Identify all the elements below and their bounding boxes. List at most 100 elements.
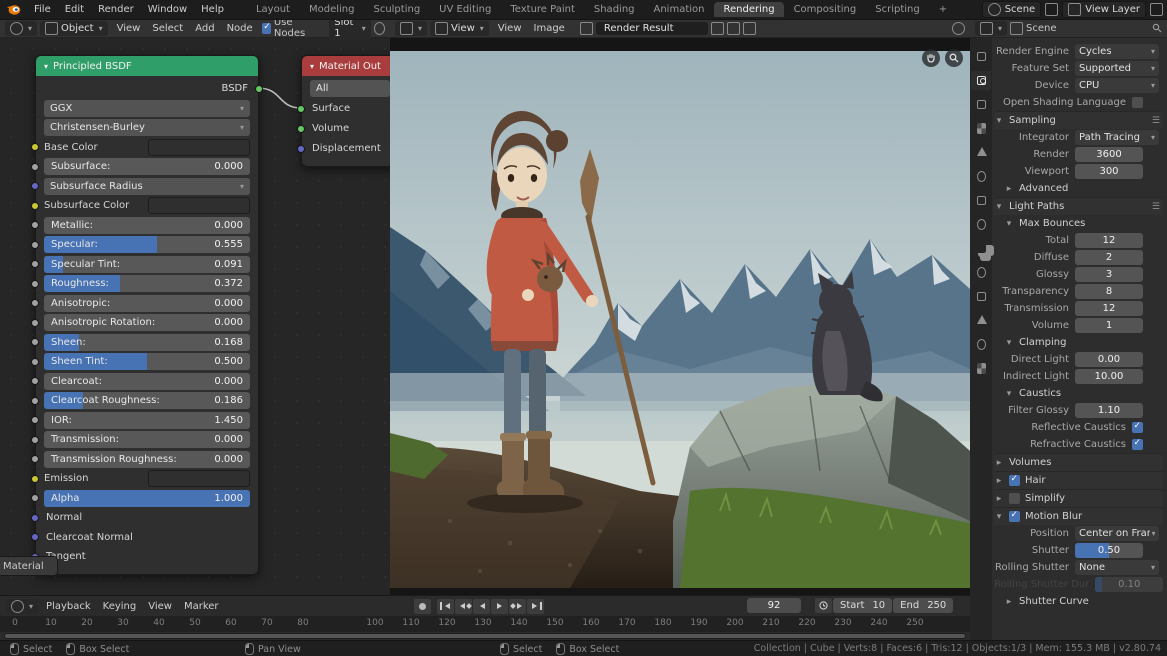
node-socket[interactable]	[31, 241, 39, 249]
bsdf-row-transmission-roughness-[interactable]: Transmission Roughness: 0.000	[44, 451, 250, 468]
bsdf-row-normal[interactable]: Normal	[44, 509, 250, 526]
prop-render-engine[interactable]: Render Engine Cycles▾	[994, 43, 1163, 60]
color-swatch[interactable]	[148, 197, 250, 214]
prop-clamping[interactable]: Clamping	[994, 334, 1163, 351]
node-dropdown[interactable]: All	[310, 80, 390, 97]
disclosure-triangle-icon[interactable]	[994, 512, 1004, 522]
dropdown[interactable]: Center on Frame▾	[1075, 526, 1159, 541]
node-dropdown[interactable]: GGX▾	[44, 100, 250, 117]
node-slider[interactable]: Metallic: 0.000	[44, 217, 250, 234]
jump-to-end-button[interactable]	[527, 599, 544, 614]
browse-material-icon[interactable]	[374, 22, 385, 35]
properties-tab-modifiers[interactable]	[971, 215, 991, 234]
prop-clamp-direct[interactable]: Direct Light 0.00	[994, 351, 1163, 368]
prop-rolling-shutter-duration[interactable]: Rolling Shutter Dur 0.10	[994, 576, 1163, 593]
color-swatch[interactable]	[148, 139, 250, 156]
disclosure-triangle-icon[interactable]	[1004, 184, 1014, 194]
prop-volumes[interactable]: Volumes	[994, 453, 1163, 471]
node-slider[interactable]: Alpha 1.000	[44, 490, 250, 507]
timeline-menu-playback[interactable]: Playback	[40, 600, 97, 613]
prop-clamp-indirect[interactable]: Indirect Light 10.00	[994, 368, 1163, 385]
workspace-tab-layout[interactable]: Layout	[247, 2, 299, 17]
bsdf-row-clearcoat-normal[interactable]: Clearcoat Normal	[44, 529, 250, 546]
image-menu-view[interactable]: View	[492, 22, 528, 35]
prop-device[interactable]: Device CPU▾	[994, 77, 1163, 94]
bsdf-row-roughness-[interactable]: Roughness: 0.372	[44, 275, 250, 292]
prop-filter-glossy[interactable]: Filter Glossy 1.10	[994, 402, 1163, 419]
timeline-menu-view[interactable]: View	[142, 600, 178, 613]
prop-reflective-caustics[interactable]: Reflective Caustics	[994, 419, 1163, 436]
bsdf-row-emission[interactable]: Emission	[44, 470, 250, 487]
bsdf-row-base-color[interactable]: Base Color	[44, 139, 250, 156]
disclosure-triangle-icon[interactable]	[1004, 338, 1014, 348]
color-swatch[interactable]	[148, 470, 250, 487]
bsdf-row-alpha[interactable]: Alpha 1.000	[44, 490, 250, 507]
node-socket[interactable]	[31, 533, 39, 541]
play-button[interactable]	[491, 599, 508, 614]
prop-bounces-transmission[interactable]: Transmission 12	[994, 300, 1163, 317]
material-output-node[interactable]: ▾ Material Out All	[301, 55, 390, 167]
node-socket[interactable]	[31, 436, 39, 444]
properties-tab-tool[interactable]	[971, 47, 991, 66]
scene-selector[interactable]: Scene	[982, 1, 1042, 18]
workspace-tab-texture-paint[interactable]: Texture Paint	[501, 2, 584, 17]
bsdf-row-subsurface-[interactable]: Subsurface: 0.000	[44, 158, 250, 175]
number-field[interactable]: 1.10	[1075, 403, 1143, 418]
menu-edit[interactable]: Edit	[58, 3, 91, 16]
pan-view-button[interactable]	[922, 49, 940, 67]
node-socket[interactable]	[297, 125, 305, 133]
remove-view-layer-icon[interactable]	[1150, 3, 1163, 16]
next-keyframe-button[interactable]	[509, 599, 526, 614]
disclosure-triangle-icon[interactable]	[994, 476, 1004, 486]
properties-tab-particles[interactable]	[971, 239, 991, 258]
menu-window[interactable]: Window	[141, 3, 194, 16]
workspace-tab-shading[interactable]: Shading	[585, 2, 644, 17]
bsdf-row-subsurface-color[interactable]: Subsurface Color	[44, 197, 250, 214]
material-output-header[interactable]: ▾ Material Out	[302, 56, 390, 76]
prop-bounces-total[interactable]: Total 12	[994, 232, 1163, 249]
node-socket[interactable]	[31, 260, 39, 268]
zoom-view-button[interactable]	[945, 49, 963, 67]
workspace-tab-uv-editing[interactable]: UV Editing	[430, 2, 500, 17]
prop-hair[interactable]: Hair	[994, 471, 1163, 489]
panel-checkbox[interactable]	[1009, 493, 1020, 504]
output-row-displacement[interactable]: Displacement	[310, 140, 390, 157]
number-field[interactable]: 12	[1075, 301, 1143, 316]
properties-tab-scene[interactable]	[971, 143, 991, 162]
node-slider[interactable]: Sheen Tint: 0.500	[44, 353, 250, 370]
dropdown[interactable]: CPU▾	[1075, 78, 1159, 93]
node-socket[interactable]	[31, 475, 39, 483]
editor-type-button[interactable]: ▾	[395, 21, 427, 36]
material-node-partial[interactable]: Material	[0, 556, 58, 576]
open-image-icon[interactable]	[727, 22, 740, 35]
use-preview-range-button[interactable]	[815, 598, 832, 613]
number-field[interactable]: 3600	[1075, 147, 1143, 162]
value-slider[interactable]: 0.10	[1095, 577, 1163, 592]
output-row-volume[interactable]: Volume	[310, 120, 390, 137]
properties-tab-physics[interactable]	[971, 263, 991, 282]
prop-advanced[interactable]: Advanced	[994, 180, 1163, 197]
bsdf-row-sheen-tint-[interactable]: Sheen Tint: 0.500	[44, 353, 250, 370]
editor-type-button[interactable]: ▾	[6, 599, 38, 614]
properties-tab-object[interactable]	[971, 191, 991, 210]
node-canvas[interactable]: ▾ Principled BSDF BSDF	[0, 38, 390, 595]
node-socket[interactable]	[31, 319, 39, 327]
image-menu-image[interactable]: Image	[528, 22, 571, 35]
prop-bounces-diffuse[interactable]: Diffuse 2	[994, 249, 1163, 266]
checkbox[interactable]	[1132, 439, 1143, 450]
unlink-image-icon[interactable]	[743, 22, 756, 35]
node-slider[interactable]: Anisotropic Rotation: 0.000	[44, 314, 250, 331]
bsdf-row-specular-tint-[interactable]: Specular Tint: 0.091	[44, 256, 250, 273]
dropdown[interactable]: Supported▾	[1075, 61, 1159, 76]
dropdown[interactable]: Path Tracing▾	[1075, 130, 1159, 145]
current-frame-field[interactable]: 92	[747, 598, 801, 613]
workspace-tab-compositing[interactable]: Compositing	[785, 2, 866, 17]
frame-start-field[interactable]: Start10	[833, 598, 892, 613]
node-socket[interactable]	[31, 514, 39, 522]
timeline-ruler[interactable]: 0102030405060708010011012013014015016017…	[0, 616, 970, 632]
prop-open-shading-language[interactable]: Open Shading Language	[994, 94, 1163, 111]
properties-tab-world[interactable]	[971, 167, 991, 186]
dropdown[interactable]: None▾	[1075, 560, 1159, 575]
disclosure-triangle-icon[interactable]	[994, 458, 1004, 468]
node-menu-view[interactable]: View	[111, 22, 147, 35]
